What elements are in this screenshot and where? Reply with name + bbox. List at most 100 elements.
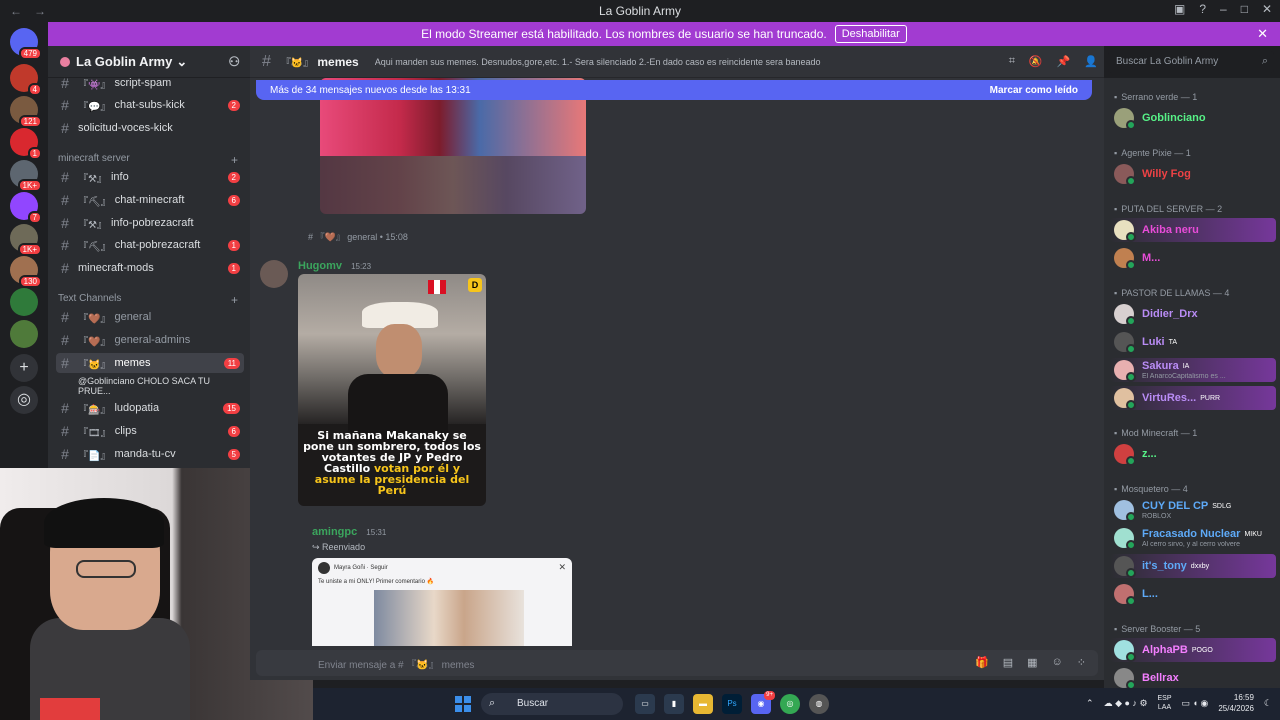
tray-icons[interactable]: ☁ ◆ ● ♪ ⚙ bbox=[1104, 698, 1148, 709]
message-author[interactable]: Hugomv 15:23 bbox=[298, 260, 371, 272]
member-item[interactable]: Fracasado Nuclear MIKU Al cerro sirvo, y a… bbox=[1110, 526, 1276, 550]
discord-icon[interactable]: ◉ 9+ bbox=[751, 691, 775, 714]
server-icon[interactable]: 7 bbox=[10, 192, 42, 224]
taskbar-search[interactable]: ⌕ Buscar bbox=[481, 693, 623, 715]
author-name[interactable]: Hugomv bbox=[298, 260, 342, 272]
member-item[interactable]: Luki TA bbox=[1110, 330, 1276, 354]
member-item[interactable]: L... bbox=[1110, 582, 1276, 606]
close-icon[interactable]: ✕ bbox=[1262, 2, 1272, 16]
member-item[interactable]: CUY DEL CP SDLG ROBLOX bbox=[1110, 498, 1276, 522]
channel-topic[interactable]: Aqui manden sus memes. Desnudos,gore,etc… bbox=[375, 57, 995, 67]
channel-label: info bbox=[110, 171, 129, 183]
channel-label: general-admins bbox=[114, 334, 191, 346]
message-author[interactable]: amingpc 15:31 bbox=[312, 526, 386, 538]
channel-thread[interactable]: @Goblinciano CHOLO SACA TU PRUE... bbox=[56, 376, 244, 396]
start-button[interactable] bbox=[455, 696, 471, 712]
message-list[interactable]: Más de 34 mensajes nuevos desde las 13:3… bbox=[250, 78, 1104, 646]
chrome-icon[interactable]: ◎ bbox=[780, 694, 800, 714]
channel-item[interactable]: # solicitud-voces-kick bbox=[56, 118, 244, 138]
channel-item[interactable]: # 『🎰』 ludopatia 15 bbox=[56, 398, 244, 418]
obs-icon[interactable]: ◍ bbox=[809, 694, 829, 714]
sticker-icon[interactable]: ▦ bbox=[1027, 656, 1037, 669]
app-icon[interactable]: ▮ bbox=[664, 694, 684, 714]
maximize-icon[interactable]: □ bbox=[1241, 2, 1248, 16]
task-view-icon[interactable]: ▭ bbox=[635, 694, 655, 714]
server-icon[interactable]: 121 bbox=[10, 96, 42, 128]
member-item[interactable]: Akiba neru bbox=[1110, 218, 1276, 242]
clock[interactable]: 16:59 25/4/2026 bbox=[1218, 692, 1254, 714]
forwarded-screenshot[interactable]: Mayra Goñi · Seguir Te uniste a mi ONLY!… bbox=[312, 558, 572, 646]
channel-item[interactable]: # 『⛏』 chat-pobrezacraft 1 bbox=[56, 235, 244, 255]
minimize-icon[interactable]: – bbox=[1220, 2, 1227, 16]
channel-item[interactable]: # 『🎞』 clips 6 bbox=[56, 421, 244, 441]
mute-icon[interactable]: 🔕 bbox=[1029, 55, 1043, 68]
channel-emoji: 『🐱』 bbox=[78, 359, 111, 371]
search-input[interactable]: Buscar La Goblin Army ⌕ bbox=[1108, 51, 1274, 73]
channel-item[interactable]: # 『⚒』 info 2 bbox=[56, 167, 244, 187]
member-item[interactable]: it's_tony dxxby bbox=[1110, 554, 1276, 578]
pin-icon[interactable]: 📌 bbox=[1057, 55, 1071, 68]
role-icon: ▪ bbox=[1114, 148, 1118, 158]
channel-item[interactable]: # 『🐱』 memes 11 bbox=[56, 353, 244, 373]
channel-item[interactable]: # 『👾』 script-spam bbox=[56, 73, 244, 93]
channel-item[interactable]: # 『⛏』 chat-minecraft 6 bbox=[56, 190, 244, 210]
network-icon[interactable]: ▭ ◖ ◉ bbox=[1182, 698, 1209, 709]
inbox-icon[interactable]: ▣ bbox=[1174, 2, 1185, 16]
server-icon[interactable] bbox=[10, 320, 38, 348]
notifications-icon[interactable]: ☾ bbox=[1264, 698, 1272, 709]
member-item[interactable]: Willy Fog bbox=[1110, 162, 1276, 186]
message-input[interactable]: Enviar mensaje a # 『🐱』 memes bbox=[256, 650, 1098, 676]
channel-category[interactable]: minecraft server + bbox=[58, 153, 238, 167]
add-server-icon[interactable]: + bbox=[10, 354, 38, 382]
member-item[interactable]: Goblinciano bbox=[1110, 106, 1276, 130]
channel-item[interactable]: # 『🤎』 general-admins bbox=[56, 330, 244, 350]
file-explorer-icon[interactable]: ▬ bbox=[693, 694, 713, 714]
new-messages-bar[interactable]: Más de 34 mensajes nuevos desde las 13:3… bbox=[256, 80, 1092, 100]
unread-badge: 7 bbox=[27, 211, 42, 224]
back-icon[interactable]: ← bbox=[10, 4, 22, 18]
member-item[interactable]: Sakura IA El AnarcoCapitalismo es ... bbox=[1110, 358, 1276, 382]
help-icon[interactable]: ? bbox=[1199, 2, 1206, 16]
members-icon[interactable]: 👤 bbox=[1084, 55, 1098, 68]
photoshop-icon[interactable]: Ps bbox=[722, 694, 742, 714]
server-icon[interactable] bbox=[10, 288, 38, 316]
chevron-up-icon[interactable]: ⌃ bbox=[1086, 698, 1094, 709]
member-item[interactable]: AlphaPB POGO bbox=[1110, 638, 1276, 662]
channel-item[interactable]: # 『⚒』 info-pobrezacraft bbox=[56, 213, 244, 233]
channel-label: clips bbox=[114, 425, 137, 437]
channel-item[interactable]: # 『🤎』 general bbox=[56, 307, 244, 327]
channel-item[interactable]: # 『💬』 chat-subs-kick 2 bbox=[56, 95, 244, 115]
mark-read-button[interactable]: Marcar como leído bbox=[990, 85, 1078, 96]
banner-close-icon[interactable]: ✕ bbox=[1257, 26, 1268, 42]
forward-icon[interactable]: → bbox=[34, 4, 46, 18]
channel-item[interactable]: # minecraft-mods 1 bbox=[56, 258, 244, 278]
member-item[interactable]: Bellrax bbox=[1110, 666, 1276, 688]
member-item[interactable]: VirtuRes... PURR bbox=[1110, 386, 1276, 410]
server-icon[interactable]: 1K+ bbox=[10, 224, 42, 256]
add-channel-icon[interactable]: + bbox=[231, 153, 238, 167]
threads-icon[interactable]: ⌗ bbox=[1009, 55, 1015, 68]
author-name[interactable]: amingpc bbox=[312, 526, 357, 538]
server-icon[interactable]: 4 bbox=[10, 64, 42, 96]
gift-icon[interactable]: 🎁 bbox=[975, 656, 989, 669]
server-icon[interactable]: 130 bbox=[10, 256, 42, 288]
channel-category[interactable]: Text Channels + bbox=[58, 293, 238, 307]
language-indicator[interactable]: ESP LAA bbox=[1158, 694, 1172, 712]
member-item[interactable]: M... bbox=[1110, 246, 1276, 270]
meme-image[interactable]: D Si mañana Makanaky se pone un sombrero… bbox=[298, 274, 486, 506]
apps-icon[interactable]: ⁘ bbox=[1077, 656, 1086, 669]
disable-streamer-button[interactable]: Deshabilitar bbox=[834, 25, 907, 43]
discover-icon[interactable]: ◎ bbox=[10, 386, 38, 414]
add-member-icon[interactable]: ⚇ bbox=[228, 54, 240, 70]
server-icon[interactable]: 1K+ bbox=[10, 160, 42, 192]
emoji-icon[interactable]: ☺ bbox=[1052, 656, 1063, 669]
member-item[interactable]: Didier_Drx bbox=[1110, 302, 1276, 326]
forward-source[interactable]: # 『🤎』 general • 15:08 bbox=[308, 230, 408, 243]
channel-item[interactable]: # 『📄』 manda-tu-cv 5 bbox=[56, 444, 244, 464]
discord-home-icon[interactable]: 479 bbox=[10, 28, 42, 60]
server-icon[interactable]: 1 bbox=[10, 128, 42, 160]
add-channel-icon[interactable]: + bbox=[231, 293, 238, 307]
gif-icon[interactable]: ▤ bbox=[1003, 656, 1013, 669]
avatar[interactable] bbox=[260, 260, 288, 288]
member-item[interactable]: z... bbox=[1110, 442, 1276, 466]
